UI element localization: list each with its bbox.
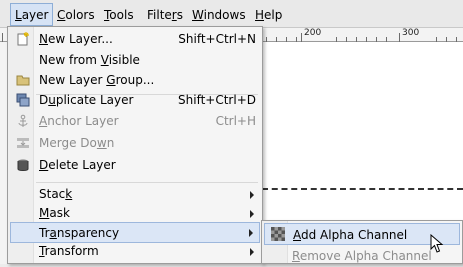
new-layer-group-item[interactable]: New Layer Group... (10, 70, 260, 91)
anchor-icon (18, 114, 28, 127)
ruler-tick (301, 33, 302, 42)
shortcut: Shift+Ctrl+N (178, 32, 256, 46)
duplicate-icon (16, 93, 30, 107)
mask-item[interactable]: Mask (10, 203, 260, 224)
transparency-item[interactable]: Transparency (10, 222, 260, 243)
stack-item[interactable]: Stack (10, 184, 260, 205)
merge-down-item[interactable]: Merge Down (10, 133, 260, 154)
new-from-visible-item[interactable]: New from Visible (10, 50, 260, 71)
ruler-tick (399, 33, 400, 42)
layer-menu: New Layer... Shift+Ctrl+N New from Visib… (7, 26, 263, 264)
shortcut: Ctrl+H (215, 114, 256, 128)
ruler-tick (2, 33, 3, 42)
new-layer-icon (17, 32, 29, 46)
shortcut: Shift+Ctrl+D (178, 93, 256, 107)
selection-marching-ants (262, 188, 463, 190)
submenu-arrow-icon (250, 248, 254, 256)
menu-windows[interactable]: Windows (192, 6, 246, 24)
menu-help[interactable]: Help (255, 6, 282, 24)
menubar: Layer Colors Tools Filters Windows Help (0, 0, 463, 28)
submenu-arrow-icon (250, 191, 254, 199)
ruler-label: 300 (402, 28, 420, 38)
transform-item[interactable]: Transform (10, 241, 260, 262)
menu-separator (36, 182, 258, 183)
submenu-arrow-icon (249, 229, 253, 237)
new-layer-item[interactable]: New Layer... Shift+Ctrl+N (10, 29, 260, 50)
menu-colors[interactable]: Colors (57, 6, 95, 24)
merge-down-icon (17, 138, 29, 148)
mouse-pointer-icon (430, 234, 444, 253)
menu-filters[interactable]: Filters (147, 6, 183, 24)
menu-tools[interactable]: Tools (104, 6, 134, 24)
duplicate-layer-item[interactable]: Duplicate Layer Shift+Ctrl+D (10, 90, 260, 111)
ruler-label: 200 (304, 28, 322, 38)
delete-layer-item[interactable]: Delete Layer (10, 155, 260, 176)
folder-icon (16, 75, 30, 86)
checkerboard-icon (271, 227, 285, 241)
menu-layer[interactable]: Layer (10, 3, 54, 26)
submenu-arrow-icon (250, 210, 254, 218)
anchor-layer-item[interactable]: Anchor Layer Ctrl+H (10, 111, 260, 132)
delete-icon (17, 159, 29, 171)
